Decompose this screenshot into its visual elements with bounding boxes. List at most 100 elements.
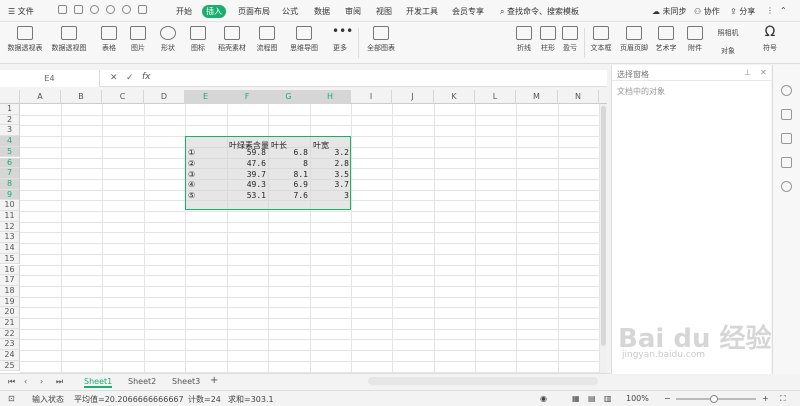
tab-member[interactable]: 会员专享 xyxy=(452,6,484,17)
row-header[interactable]: 2 xyxy=(0,114,20,126)
table-cell[interactable]: 3.7 xyxy=(310,179,349,190)
print-icon[interactable] xyxy=(74,5,83,14)
column-header[interactable]: D xyxy=(144,90,185,104)
column-header[interactable]: E xyxy=(185,90,227,104)
row-header[interactable]: 6 xyxy=(0,157,20,169)
fx-icon[interactable]: fx xyxy=(142,72,151,82)
attachment-button[interactable]: 附件 xyxy=(684,22,706,64)
row-header[interactable]: 14 xyxy=(0,243,20,254)
normal-view-icon[interactable]: ▦ xyxy=(572,394,580,403)
page-break-icon[interactable]: ▥ xyxy=(604,394,612,403)
all-charts-button[interactable]: 全部图表 xyxy=(362,22,400,64)
save-icon[interactable] xyxy=(58,5,67,14)
table-cell[interactable]: 47.6 xyxy=(227,158,266,169)
row-header[interactable]: 10 xyxy=(0,200,20,211)
table-cell[interactable]: 6.9 xyxy=(268,179,308,190)
tab-insert[interactable]: 插入 xyxy=(202,5,226,18)
table-cell[interactable]: 49.3 xyxy=(227,179,266,190)
collab-button[interactable]: ⚇ 协作 xyxy=(694,6,720,17)
shape-button[interactable]: 形状 xyxy=(154,22,182,64)
table-cell[interactable]: ② xyxy=(188,158,226,169)
page-layout-icon[interactable]: ▤ xyxy=(588,394,596,403)
settings-icon[interactable] xyxy=(781,157,792,168)
table-button[interactable]: 表格 xyxy=(96,22,122,64)
row-header[interactable]: 11 xyxy=(0,211,20,222)
column-header[interactable]: A xyxy=(20,90,61,104)
table-cell[interactable]: 3.2 xyxy=(310,147,349,158)
column-header[interactable]: H xyxy=(310,90,351,104)
column-header[interactable]: L xyxy=(475,90,516,104)
docer-button[interactable]: 稻壳素材 xyxy=(214,22,250,64)
column-header[interactable]: G xyxy=(268,90,310,104)
column-header[interactable]: M xyxy=(516,90,558,104)
sheet-tab-1[interactable]: Sheet1 xyxy=(84,377,113,388)
zoom-out-icon[interactable]: − xyxy=(664,394,671,403)
table-cell[interactable]: 3.5 xyxy=(310,169,349,180)
more-button[interactable]: ••• 更多 xyxy=(326,22,354,64)
flowchart-button[interactable]: 流程图 xyxy=(252,22,282,64)
select-all-corner[interactable] xyxy=(0,90,20,104)
row-header[interactable]: 15 xyxy=(0,253,20,265)
row-header[interactable]: 3 xyxy=(0,125,20,137)
wordart-button[interactable]: 艺术字 xyxy=(652,22,680,64)
vertical-scroll-thumb[interactable] xyxy=(601,106,606,346)
cursor-icon[interactable] xyxy=(781,109,792,120)
file-menu[interactable]: ☰ 文件 xyxy=(8,6,34,17)
icon-button[interactable]: 图标 xyxy=(184,22,212,64)
add-sheet-icon[interactable]: + xyxy=(210,375,218,386)
tab-review[interactable]: 审阅 xyxy=(345,6,361,17)
cancel-icon[interactable]: ✕ xyxy=(110,73,118,83)
table-cell[interactable]: 8.1 xyxy=(268,169,308,180)
column-header[interactable]: N xyxy=(558,90,599,104)
sparkline-line-button[interactable]: 折线 xyxy=(512,22,536,64)
collapse-icon[interactable]: ⌃ xyxy=(780,6,787,15)
row-header[interactable]: 23 xyxy=(0,339,20,351)
row-header[interactable]: 13 xyxy=(0,232,20,244)
spreadsheet-grid[interactable]: A B C D E F G H I J K L M N 1 2 3 4 5 6 7 8 9 10 1… xyxy=(0,90,607,373)
fullscreen-icon[interactable]: ⛶ xyxy=(780,394,786,404)
close-icon[interactable]: ✕ xyxy=(760,68,767,77)
table-cell[interactable]: 7.6 xyxy=(268,190,308,201)
sparkline-column-button[interactable]: 柱形 xyxy=(536,22,560,64)
row-header[interactable]: 7 xyxy=(0,168,20,179)
pin-icon[interactable]: ⊥ xyxy=(744,68,751,77)
zoom-level[interactable]: 100% xyxy=(626,394,649,403)
column-header[interactable]: C xyxy=(102,90,144,104)
row-header[interactable]: 20 xyxy=(0,307,20,318)
object-camera-group[interactable]: 照相机 对象 xyxy=(708,22,748,64)
vertical-scrollbar[interactable] xyxy=(600,104,607,373)
row-header[interactable]: 22 xyxy=(0,328,20,340)
tab-page-layout[interactable]: 页面布局 xyxy=(238,6,270,17)
horizontal-scrollbar[interactable] xyxy=(368,377,598,385)
more-icon[interactable]: ⋮ xyxy=(766,6,774,15)
table-cell[interactable]: 59.8 xyxy=(227,147,266,158)
table-cell[interactable]: ⑤ xyxy=(188,190,226,201)
pivot-chart-button[interactable]: 数据透视图 xyxy=(48,22,90,64)
mindmap-button[interactable]: 思维导图 xyxy=(286,22,322,64)
pivot-table-button[interactable]: 数据透视表 xyxy=(6,22,44,64)
header-footer-button[interactable]: 页眉页脚 xyxy=(618,22,650,64)
tab-data[interactable]: 数据 xyxy=(314,6,330,17)
table-cell[interactable]: 2.8 xyxy=(310,158,349,169)
symbol-button[interactable]: Ω 符号 xyxy=(756,22,784,64)
row-header[interactable]: 5 xyxy=(0,146,20,158)
textbox-button[interactable]: 文本框 xyxy=(586,22,616,64)
sheet-tab-3[interactable]: Sheet3 xyxy=(172,377,200,386)
redo-icon[interactable] xyxy=(106,5,115,14)
table-cell[interactable]: 53.1 xyxy=(227,190,266,201)
preview-icon[interactable] xyxy=(122,5,131,14)
table-cell[interactable]: ③ xyxy=(188,169,226,180)
picture-button[interactable]: 图片 xyxy=(124,22,152,64)
column-header[interactable]: K xyxy=(434,90,475,104)
zoom-in-icon[interactable]: + xyxy=(762,394,769,403)
tab-view[interactable]: 视图 xyxy=(376,6,392,17)
edit-icon[interactable] xyxy=(781,133,792,144)
prev-sheet-icon[interactable]: ‹ xyxy=(24,377,27,386)
table-cell[interactable]: ① xyxy=(188,147,226,158)
tab-developer[interactable]: 开发工具 xyxy=(406,6,438,17)
row-header[interactable]: 17 xyxy=(0,275,20,286)
confirm-icon[interactable]: ✓ xyxy=(126,73,134,83)
unsync-button[interactable]: ☁ 未同步 xyxy=(652,6,687,17)
row-header[interactable]: 4 xyxy=(0,136,20,147)
column-header[interactable]: I xyxy=(351,90,392,104)
